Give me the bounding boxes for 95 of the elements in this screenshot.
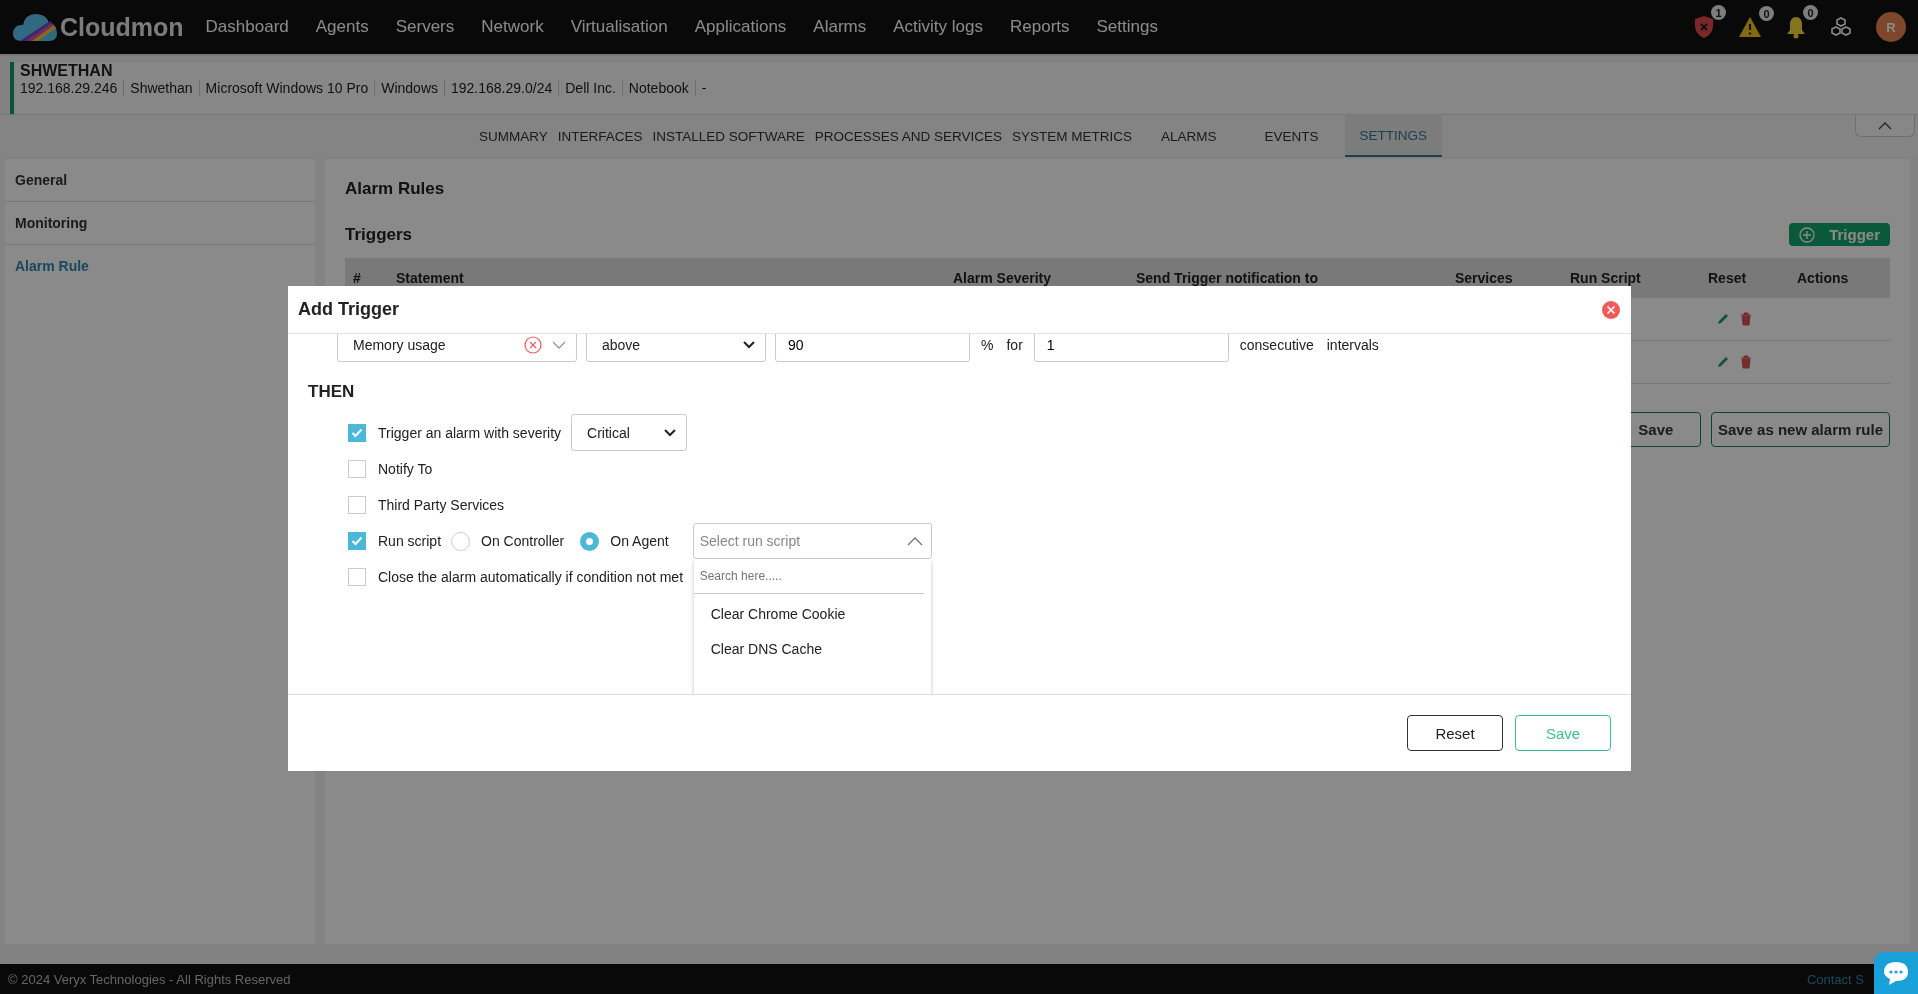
column-header: Alarm Severity	[953, 270, 1053, 286]
nav-link[interactable]: Network	[481, 17, 544, 37]
column-header: Reset	[1708, 270, 1748, 286]
option-label: Run script	[378, 533, 442, 549]
column-header: Actions	[1797, 270, 1850, 286]
nav-link[interactable]: Servers	[395, 17, 455, 37]
count-badge: 0	[1803, 5, 1818, 20]
host-detail: 192.168.29.0/24	[445, 80, 560, 96]
edit-icon[interactable]	[1716, 355, 1730, 369]
host-detail: 192.168.29.246	[20, 80, 125, 96]
checkbox[interactable]	[348, 460, 366, 478]
caret-up-icon	[1878, 121, 1892, 130]
dialog-button[interactable]: Reset	[1407, 715, 1503, 751]
host-detail: Microsoft Windows 10 Pro	[199, 80, 376, 96]
severity-select[interactable]: Critical	[571, 414, 688, 451]
tab[interactable]: INTERFACES	[554, 115, 646, 157]
checkbox[interactable]	[348, 532, 366, 550]
warning-icon[interactable]	[1738, 16, 1762, 38]
clear-icon[interactable]	[524, 336, 542, 354]
then-label: THEN	[308, 382, 356, 402]
operator-select[interactable]: above	[586, 334, 766, 362]
trash-icon[interactable]	[1740, 355, 1752, 369]
nav-link[interactable]: Settings	[1096, 17, 1158, 37]
host-detail: -	[700, 80, 708, 96]
tab[interactable]: INSTALLED SOFTWARE	[649, 115, 808, 157]
condition-label: consecutive	[1239, 337, 1314, 353]
script-select[interactable]: Select run script	[692, 523, 932, 559]
radio-button[interactable]	[580, 531, 600, 551]
dropdown-option[interactable]: Clear DNS Cache	[693, 629, 925, 664]
unit-label: %	[981, 337, 994, 353]
cloud-logo-icon	[12, 11, 58, 43]
option-label: Trigger an alarm with severity	[378, 424, 562, 441]
close-icon[interactable]	[1601, 299, 1621, 320]
check-icon	[351, 536, 363, 546]
checkbox[interactable]	[348, 423, 366, 442]
condition-label: intervals	[1326, 337, 1379, 353]
nav-link[interactable]: Agents	[315, 17, 369, 37]
page-title: Alarm Rules	[345, 179, 446, 199]
threshold-input[interactable]: 90	[775, 334, 970, 362]
tab[interactable]: ALARMS	[1139, 115, 1239, 157]
edit-icon[interactable]	[1716, 312, 1730, 326]
shield-icon[interactable]	[1694, 15, 1714, 39]
dropdown-option[interactable]: Clear Chrome Cookie	[693, 594, 925, 629]
save-button[interactable]: Save as new alarm rule	[1710, 412, 1890, 447]
tab[interactable]: SYSTEM METRICS	[1009, 115, 1136, 157]
dialog-title: Add Trigger	[298, 299, 399, 320]
checkbox[interactable]	[348, 496, 366, 514]
option-label: Third Party Services	[378, 497, 505, 513]
chat-bubble-icon	[1882, 960, 1910, 986]
chevron-down-icon[interactable]	[552, 341, 566, 349]
tab[interactable]: EVENTS	[1242, 115, 1341, 157]
check-icon	[351, 427, 363, 438]
chevron-up-icon	[906, 536, 923, 546]
column-header: Send Trigger notification to	[1136, 270, 1319, 286]
radio-label: On Controller	[481, 533, 565, 549]
sidebar-item[interactable]: Monitoring	[5, 202, 315, 245]
host-name: SHWETHAN	[20, 62, 114, 80]
checkbox[interactable]	[348, 568, 366, 586]
nav-link[interactable]: Reports	[1010, 17, 1070, 37]
trash-icon[interactable]	[1740, 312, 1752, 326]
column-header: Statement	[396, 270, 465, 286]
count-badge: 1	[1711, 5, 1726, 20]
column-header: Run Script	[1570, 270, 1642, 286]
column-header: #	[353, 270, 362, 286]
count-badge: 0	[1759, 6, 1774, 21]
tab[interactable]: SUMMARY	[475, 115, 551, 157]
plus-circle-icon	[1799, 226, 1816, 243]
tab[interactable]: PROCESSES AND SERVICES	[811, 115, 1005, 157]
cubes-icon[interactable]	[1830, 16, 1852, 38]
chat-button[interactable]	[1874, 952, 1918, 994]
bell-icon[interactable]	[1786, 15, 1806, 39]
nav-link[interactable]: Dashboard	[205, 17, 289, 37]
nav-link[interactable]: Activity logs	[893, 17, 983, 37]
nav-link[interactable]: Alarms	[813, 17, 867, 37]
host-detail: Notebook	[622, 80, 696, 96]
option-label: Notify To	[378, 461, 433, 477]
host-detail: Shwethan	[124, 80, 200, 96]
nav-link[interactable]: Virtualisation	[570, 17, 668, 37]
host-detail: Dell Inc.	[559, 80, 623, 96]
sidebar-item[interactable]: General	[5, 159, 315, 202]
column-header: Services	[1455, 270, 1514, 286]
count-input[interactable]: 1	[1033, 334, 1229, 362]
collapse-button[interactable]	[1855, 115, 1915, 137]
chevron-down-icon	[664, 428, 677, 437]
metric-select[interactable]: Memory usage	[337, 334, 577, 362]
option-label: Close the alarm automatically if condition not met	[378, 569, 684, 585]
host-detail: Windows	[375, 80, 445, 96]
chevron-down-icon	[743, 341, 755, 349]
section-title: Triggers	[345, 224, 413, 245]
radio-label: On Agent	[610, 533, 669, 549]
search-field[interactable]: Search here.....	[693, 559, 924, 594]
nav-link[interactable]: Applications	[694, 17, 787, 37]
copyright-text: © 2024 Veryx Technologies - All Rights Reserved	[8, 971, 291, 987]
for-label: for	[1006, 337, 1023, 353]
logo-text: Cloudmon	[60, 12, 184, 42]
